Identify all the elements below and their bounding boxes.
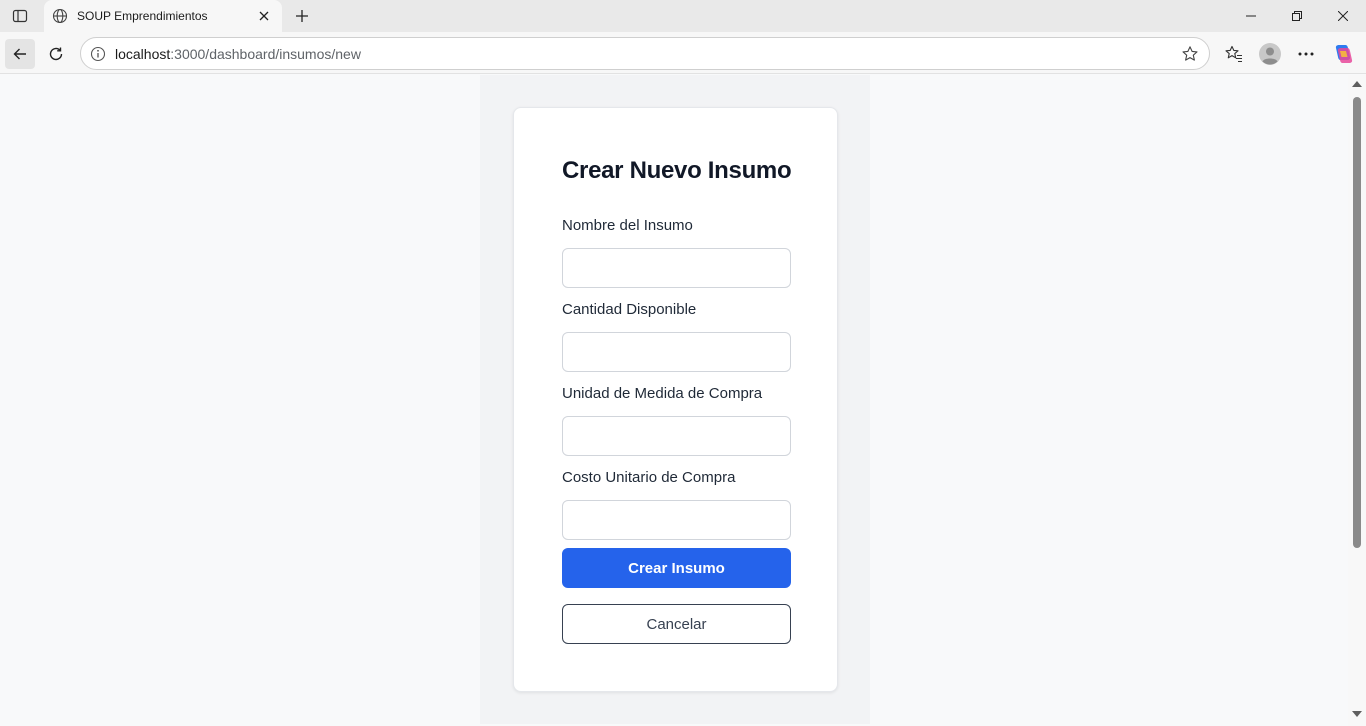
unidad-field-group: Unidad de Medida de Compra bbox=[562, 384, 791, 456]
cantidad-input[interactable] bbox=[562, 332, 791, 372]
reload-icon[interactable] bbox=[41, 39, 71, 69]
tab-title: SOUP Emprendimientos bbox=[77, 9, 208, 23]
star-icon[interactable] bbox=[1181, 45, 1199, 63]
cantidad-label: Cantidad Disponible bbox=[562, 301, 697, 318]
tab-strip: SOUP Emprendimientos bbox=[0, 0, 1366, 32]
copilot-icon[interactable] bbox=[1330, 41, 1356, 67]
costo-label: Costo Unitario de Compra bbox=[562, 469, 736, 486]
close-icon[interactable] bbox=[256, 8, 272, 24]
nombre-field-group: Nombre del Insumo bbox=[562, 216, 791, 288]
cantidad-field-group: Cantidad Disponible bbox=[562, 300, 791, 372]
minimize-icon[interactable] bbox=[1228, 0, 1274, 32]
tab-actions-icon[interactable] bbox=[6, 4, 34, 28]
page-viewport: Crear Nuevo Insumo Nombre del Insumo Can… bbox=[3, 75, 1348, 724]
page-scrollbar[interactable] bbox=[1348, 75, 1366, 726]
browser-toolbar: localhost:3000/dashboard/insumos/new bbox=[0, 32, 1366, 74]
unidad-input[interactable] bbox=[562, 416, 791, 456]
window-close-icon[interactable] bbox=[1320, 0, 1366, 32]
more-icon[interactable] bbox=[1293, 41, 1319, 67]
url-text: localhost:3000/dashboard/insumos/new bbox=[115, 46, 361, 62]
favorites-icon[interactable] bbox=[1221, 41, 1247, 67]
scroll-down-arrow-icon[interactable] bbox=[1352, 711, 1362, 717]
plus-icon[interactable] bbox=[290, 4, 314, 28]
unidad-label: Unidad de Medida de Compra bbox=[562, 385, 763, 402]
scroll-up-arrow-icon[interactable] bbox=[1352, 81, 1362, 87]
active-tab[interactable]: SOUP Emprendimientos bbox=[44, 0, 282, 32]
nombre-input[interactable] bbox=[562, 248, 791, 288]
nombre-label: Nombre del Insumo bbox=[562, 217, 693, 234]
restore-icon[interactable] bbox=[1274, 0, 1320, 32]
url-host: localhost bbox=[115, 45, 171, 62]
costo-input[interactable] bbox=[562, 500, 791, 540]
costo-field-group: Costo Unitario de Compra bbox=[562, 468, 791, 540]
globe-icon bbox=[52, 8, 68, 24]
address-bar[interactable]: localhost:3000/dashboard/insumos/new bbox=[80, 37, 1210, 70]
url-path: :3000/dashboard/insumos/new bbox=[170, 45, 361, 62]
back-arrow-icon[interactable] bbox=[5, 39, 35, 69]
create-insumo-form: Crear Nuevo Insumo Nombre del Insumo Can… bbox=[513, 107, 838, 692]
info-icon[interactable] bbox=[89, 45, 107, 63]
scrollbar-thumb[interactable] bbox=[1353, 97, 1361, 548]
page-title: Crear Nuevo Insumo bbox=[562, 157, 792, 184]
profile-icon[interactable] bbox=[1257, 41, 1283, 67]
crear-insumo-button[interactable]: Crear Insumo bbox=[562, 548, 791, 588]
cancel-button[interactable]: Cancelar bbox=[562, 604, 791, 644]
